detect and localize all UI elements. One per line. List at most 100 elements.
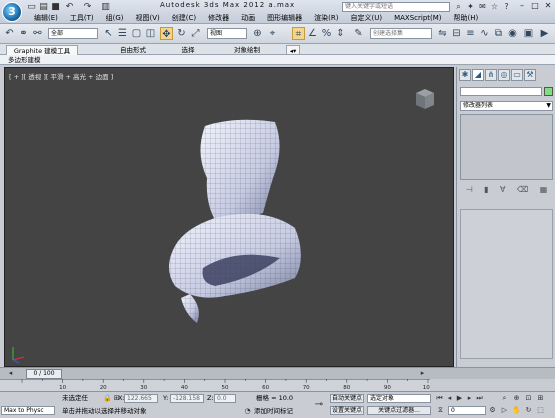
maximize-button[interactable]: □ [529,1,541,11]
utilities-tab-icon[interactable]: ⚒ [524,69,536,81]
time-slider[interactable]: ◂ 0 / 100 ▸ [0,367,555,379]
project-folder-icon[interactable]: ▥ [100,2,111,13]
schematic-view-icon[interactable]: ⧉ [492,27,505,40]
next-frame-icon[interactable]: ▸ [418,369,427,378]
unlink-icon[interactable]: ⚯ [31,27,44,40]
set-key-button[interactable]: 设置关键点 [330,406,364,415]
menu-edit[interactable]: 编辑(E) [28,13,64,24]
current-frame-field[interactable]: 0 [448,406,486,415]
undo-scene-icon[interactable]: ↶ [3,27,16,40]
remove-modifier-icon[interactable]: ⌫ [517,185,528,194]
subscription-icon[interactable]: ✦ [465,2,476,12]
snaps-toggle-icon[interactable]: ⌗ [292,27,305,40]
save-icon[interactable]: ■ [50,2,61,13]
hierarchy-tab-icon[interactable]: ⋔ [485,69,497,81]
zoom-extents-icon[interactable]: ⊡ [524,394,533,403]
object-color-swatch[interactable] [544,87,553,96]
time-tag-icon[interactable]: ◔ [243,407,252,416]
pan-view-icon[interactable]: ✋ [512,406,521,415]
prev-frame-icon[interactable]: ◂ [6,369,15,378]
perspective-viewport[interactable]: [ + ][ 透视 ][ 平滑 + 高光 + 边面 ] [4,67,454,367]
select-and-move-icon[interactable]: ✥ [160,27,173,40]
go-to-end-icon[interactable]: ⏭ [475,394,484,403]
redo-icon[interactable]: ↷ [82,2,93,13]
minimize-button[interactable]: – [516,1,528,11]
open-folder-icon[interactable]: ▤ [38,2,49,13]
zoom-icon[interactable]: ⌕ [500,394,509,403]
menu-views[interactable]: 视图(V) [130,13,166,24]
named-selection-input[interactable]: 创建选择集 [370,28,432,39]
select-by-name-icon[interactable]: ☰ [116,27,129,40]
key-mode-toggle-icon[interactable]: ⧖ [436,406,445,415]
motion-tab-icon[interactable]: ◎ [498,69,510,81]
maximize-viewport-icon[interactable]: ⬚ [536,406,545,415]
curve-editor-icon[interactable]: ∿ [478,27,491,40]
create-tab-icon[interactable]: ✱ [459,69,471,81]
zoom-extents-all-icon[interactable]: ⊞ [536,394,545,403]
search-input[interactable]: 键入关键字或短语 [342,2,450,12]
key-filters-button[interactable]: 关键点过滤器... [367,406,431,415]
menu-create[interactable]: 创建(C) [166,13,202,24]
viewport-label[interactable]: [ + ][ 透视 ][ 平滑 + 高光 + 边面 ] [9,71,113,81]
menu-graph-editors[interactable]: 图形编辑器 [261,13,308,24]
add-time-tag-button[interactable]: 添加时间标记 [254,407,293,416]
object-name-field[interactable] [460,87,542,96]
tab-selection[interactable]: 选择 [168,45,208,55]
search-icon[interactable]: ⌕ [453,2,464,12]
menu-group[interactable]: 组(G) [100,13,130,24]
show-end-result-icon[interactable]: ▮ [484,185,488,194]
angle-snap-icon[interactable]: ∠ [306,27,319,40]
pin-stack-icon[interactable]: ⊣ [466,185,473,194]
align-icon[interactable]: ⊟ [450,27,463,40]
field-of-view-icon[interactable]: ▷ [500,406,509,415]
close-button[interactable]: ✕ [542,1,554,11]
select-manipulate-icon[interactable]: ⌖ [266,27,279,40]
menu-customize[interactable]: 自定义(U) [344,13,388,24]
auto-key-button[interactable]: 自动关键点 [330,394,364,403]
go-to-start-icon[interactable]: ⏮ [435,394,444,403]
zoom-all-icon[interactable]: ⊕ [512,394,521,403]
set-key-icon[interactable]: ⊸ [312,400,326,410]
communication-icon[interactable]: ✉ [477,2,488,12]
new-file-icon[interactable]: ▭ [26,2,37,13]
modify-tab-icon[interactable]: ◢ [472,69,484,81]
link-icon[interactable]: ⚭ [17,27,30,40]
select-object-icon[interactable]: ↖ [102,27,115,40]
next-key-icon[interactable]: ▸ [465,394,474,403]
spinner-snap-icon[interactable]: ⇕ [334,27,347,40]
tab-graphite-modeling[interactable]: Graphite 建模工具 [6,45,78,55]
maxscript-listener[interactable]: Max to Physc [1,406,55,415]
menu-maxscript[interactable]: MAXScript(M) [388,13,447,24]
previous-key-icon[interactable]: ◂ [445,394,454,403]
orbit-icon[interactable]: ↻ [524,406,533,415]
percent-snap-icon[interactable]: % [320,27,333,40]
mirror-icon[interactable]: ⇋ [436,27,449,40]
viewcube-icon[interactable] [415,88,435,110]
play-icon[interactable]: ▶ [455,394,464,403]
z-coordinate-field[interactable]: 0.0 [214,394,236,403]
modifier-stack[interactable] [460,114,553,180]
render-frame-icon[interactable]: ▶ [538,27,551,40]
tab-freeform[interactable]: 自由形式 [108,45,158,55]
window-crossing-icon[interactable]: ◫ [144,27,157,40]
undo-icon[interactable]: ↶ [64,2,75,13]
configure-sets-icon[interactable]: ▦ [540,185,548,194]
star-icon[interactable]: ☆ [489,2,500,12]
time-configuration-icon[interactable]: ⚙ [488,406,497,415]
selection-filter-dropdown[interactable]: 全部 [48,28,98,39]
app-logo-button[interactable]: 3 [2,2,22,22]
menu-rendering[interactable]: 渲染(R) [308,13,344,24]
menu-help[interactable]: 帮助(H) [448,13,485,24]
menu-tools[interactable]: 工具(T) [64,13,100,24]
edit-named-selection-icon[interactable]: ✎ [352,27,365,40]
reference-coordinate-dropdown[interactable]: 视图 [207,28,247,39]
lock-selection-icon[interactable]: 🔒 [103,394,112,403]
x-coordinate-field[interactable]: 122.665 [124,394,158,403]
time-slider-thumb[interactable]: 0 / 100 [26,369,62,379]
help-icon[interactable]: ? [501,2,512,12]
tab-object-paint[interactable]: 对象绘制 [222,45,272,55]
rect-selection-icon[interactable]: ▢ [130,27,143,40]
display-tab-icon[interactable]: ▭ [511,69,523,81]
render-setup-icon[interactable]: ▣ [522,27,535,40]
make-unique-icon[interactable]: ∀ [500,185,505,194]
